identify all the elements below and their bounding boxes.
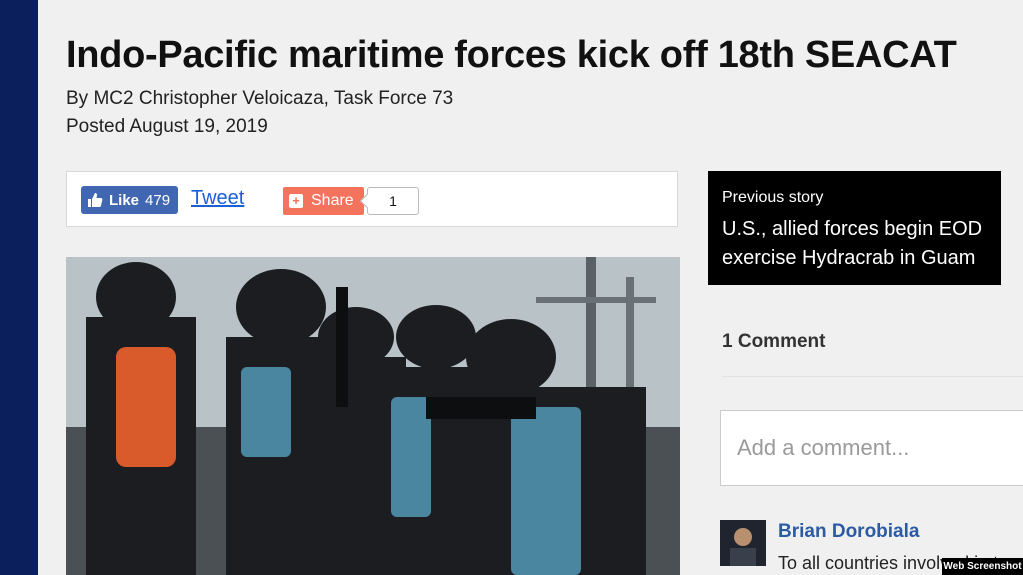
comment-input[interactable]: Add a comment... bbox=[720, 410, 1023, 486]
like-count: 479 bbox=[145, 191, 171, 209]
previous-story-title[interactable]: U.S., allied forces begin EOD exercise H… bbox=[722, 215, 987, 273]
facebook-like-button[interactable]: Like 479 bbox=[81, 186, 179, 214]
tweet-link[interactable]: Tweet bbox=[191, 187, 244, 210]
like-label: Like bbox=[109, 191, 140, 209]
article-photo bbox=[66, 257, 680, 575]
plus-icon: + bbox=[289, 194, 303, 208]
share-button[interactable]: + Share bbox=[283, 187, 364, 215]
soldiers-photo-illustration bbox=[66, 257, 680, 575]
avatar[interactable] bbox=[720, 520, 766, 566]
previous-story-card[interactable]: Previous story U.S., allied forces begin… bbox=[708, 171, 1001, 285]
share-label: Share bbox=[311, 192, 354, 209]
previous-story-label: Previous story bbox=[722, 189, 824, 206]
posted-date: Posted August 19, 2019 bbox=[66, 116, 268, 137]
byline: By MC2 Christopher Veloicaza, Task Force… bbox=[66, 88, 454, 109]
thumbs-up-icon bbox=[88, 193, 103, 207]
avatar-image bbox=[720, 520, 766, 566]
share-bar: Like 479 Tweet + Share 1 bbox=[66, 171, 678, 227]
comments-divider bbox=[722, 376, 1023, 377]
left-nav-bar bbox=[0, 0, 38, 575]
comment-author[interactable]: Brian Dorobiala bbox=[778, 521, 919, 543]
page-title: Indo-Pacific maritime forces kick off 18… bbox=[66, 34, 957, 76]
comments-heading: 1 Comment bbox=[722, 331, 826, 352]
share-count-badge: 1 bbox=[367, 187, 419, 215]
watermark: Web Screenshot bbox=[942, 558, 1023, 575]
